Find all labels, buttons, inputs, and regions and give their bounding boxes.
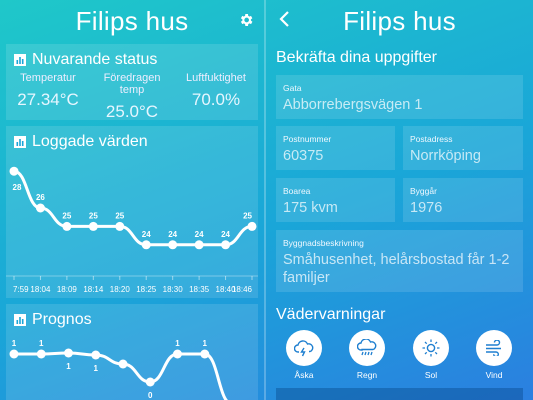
warning-rain[interactable]: Regn <box>347 330 387 380</box>
forecast-chart: 1 1 1 1 0 1 1 <box>9 339 229 400</box>
data-label: 1 <box>66 362 71 371</box>
confirm-details-screen: Filips hus Bekräfta dina uppgifter Gata … <box>266 0 533 400</box>
data-label: 25 <box>243 211 252 220</box>
status-heading: Nuvarande status <box>32 51 158 68</box>
wind-icon <box>486 340 501 356</box>
data-label: 28 <box>13 183 22 192</box>
data-label: 1 <box>39 339 44 348</box>
warning-wind[interactable]: Vind <box>474 330 514 380</box>
x-tick-label: 18:04 <box>30 285 51 294</box>
bottom-panel <box>276 388 523 400</box>
warning-thunder[interactable]: Åska <box>284 330 324 380</box>
thunder-cloud-icon <box>294 340 314 357</box>
data-point <box>173 349 182 359</box>
build-year-field[interactable]: Byggår 1976 <box>403 178 523 222</box>
data-point <box>88 221 98 231</box>
data-label: 1 <box>12 339 17 348</box>
status-temperature: Temperatur 27.34°C <box>17 72 79 109</box>
data-point <box>62 221 72 231</box>
data-point <box>194 240 204 250</box>
x-tick-label: 18:46 <box>232 285 253 294</box>
x-tick-label: 7:59 <box>13 285 29 294</box>
x-tick-label: 18:30 <box>163 285 184 294</box>
x-tick-label: 18:09 <box>57 285 78 294</box>
gear-icon[interactable] <box>238 12 254 28</box>
data-label: 24 <box>221 230 230 239</box>
confirm-heading: Bekräfta dina uppgifter <box>276 49 437 66</box>
data-point <box>9 166 19 176</box>
app-title: Filips hus <box>343 6 456 36</box>
data-label: 26 <box>36 193 45 202</box>
status-humidity: Luftfuktighet 70.0% <box>186 72 246 109</box>
data-label: 1 <box>94 364 99 373</box>
data-label: 24 <box>195 230 204 239</box>
building-description-field[interactable]: Byggnadsbeskrivning Småhusenhet, helårsb… <box>276 230 523 292</box>
data-label: 24 <box>168 230 177 239</box>
data-point <box>91 350 101 360</box>
data-point <box>36 349 46 359</box>
data-point <box>35 203 45 213</box>
rain-cloud-icon <box>357 339 377 356</box>
data-point <box>168 240 178 250</box>
app-title: Filips hus <box>75 6 189 36</box>
data-point <box>145 377 155 387</box>
data-label: 25 <box>115 211 124 220</box>
data-point <box>118 359 128 369</box>
weather-status-screen: Filips hus Nuvarande status Temperatur 2… <box>0 0 264 400</box>
weather-warnings-heading: Vädervarningar <box>276 306 386 323</box>
warning-sun[interactable]: Sol <box>411 330 451 380</box>
x-tick-label: 18:14 <box>83 285 104 294</box>
data-point <box>247 221 257 231</box>
data-point <box>221 240 231 250</box>
data-label: 1 <box>175 339 180 348</box>
data-point <box>64 348 73 358</box>
data-label: 1 <box>203 339 208 348</box>
x-tick-label: 18:20 <box>110 285 131 294</box>
data-label: 24 <box>142 230 151 239</box>
x-tick-label: 18:35 <box>189 285 210 294</box>
data-label: 0 <box>148 391 153 400</box>
data-point <box>141 240 151 250</box>
forecast-card: Prognos 1111011 <box>6 304 258 400</box>
postal-code-field[interactable]: Postnummer 60375 <box>276 126 395 170</box>
data-label: 25 <box>89 211 98 220</box>
data-point <box>9 349 19 359</box>
data-point <box>200 349 210 359</box>
logged-series-line <box>13 169 253 247</box>
bar-chart-icon <box>14 54 26 66</box>
status-preferred-temp: Föredragen temp 25.0°C <box>103 72 161 121</box>
living-area-field[interactable]: Boarea 175 kvm <box>276 178 395 222</box>
data-point <box>115 221 125 231</box>
sun-icon <box>422 339 440 357</box>
logged-values-card: Loggade värden 28 26 25 25 25 24 24 24 24 25 7:59 1… <box>6 126 258 298</box>
postal-address-field[interactable]: Postadress Norrköping <box>403 126 523 170</box>
current-status-card: Nuvarande status Temperatur 27.34°C Före… <box>6 44 258 121</box>
logged-values-chart: 28 26 25 25 25 24 24 24 24 25 7:59 18:04 18:09 18:14 1… <box>6 166 258 294</box>
street-field[interactable]: Gata Abborrebergsvägen 1 <box>276 75 523 119</box>
data-label: 25 <box>62 211 71 220</box>
x-tick-label: 18:25 <box>136 285 157 294</box>
